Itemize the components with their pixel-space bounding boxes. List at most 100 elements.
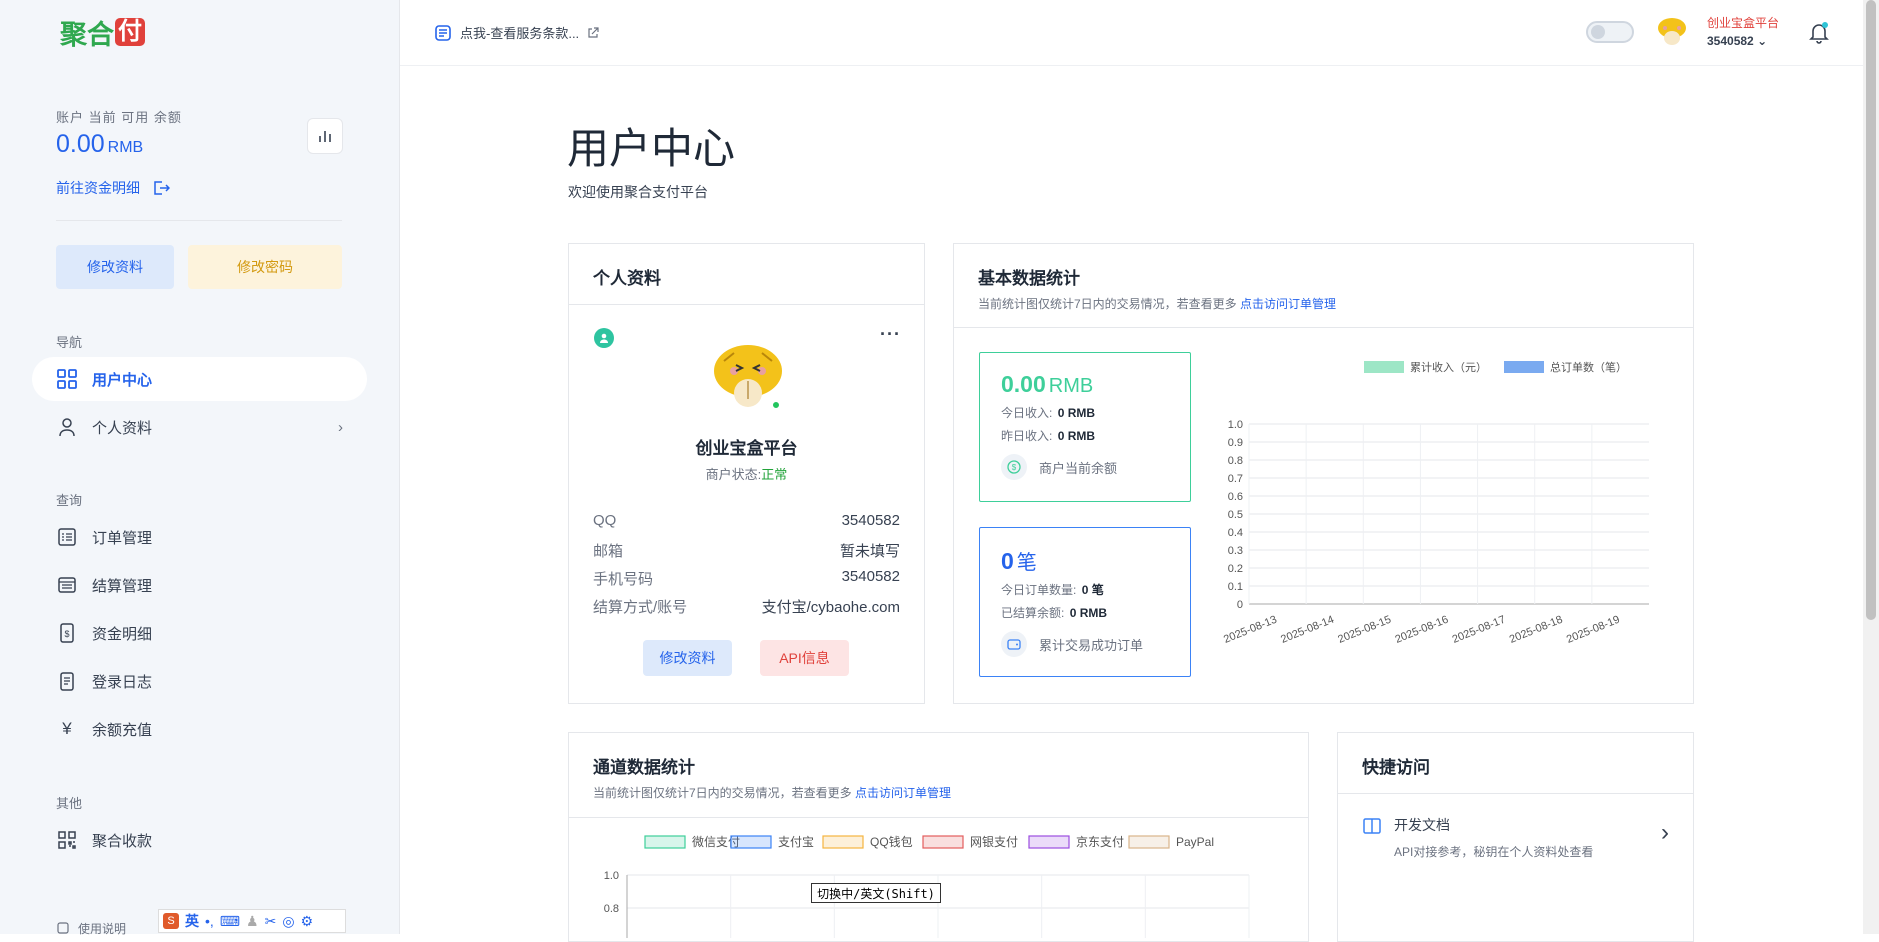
today-orders-label: 今日订单数量: [1001, 583, 1077, 597]
scrollbar-thumb[interactable] [1866, 0, 1876, 620]
y-tick-label: 0.9 [1228, 437, 1243, 449]
legend-label: QQ钱包 [870, 834, 913, 849]
info-key: 结算方式/账号 [593, 599, 688, 616]
logo-badge: 付 [115, 18, 145, 46]
y-tick-label: 0.2 [1228, 563, 1243, 575]
sidebar-item-recharge[interactable]: ¥ 余额充值 [32, 707, 367, 751]
chevron-right-icon: › [1661, 819, 1669, 846]
basic-stats-chart: 累计收入（元） 总订单数（笔） 1.0 0.9 0.8 0.7 0.6 0.5 0.4 0.3 0.… [1222, 360, 1649, 646]
sidebar-item-label: 登录日志 [92, 673, 153, 691]
user-icon[interactable]: ♟ [246, 913, 259, 930]
legend-swatch [922, 835, 964, 849]
y-tick-label: 0.8 [1228, 455, 1243, 467]
legend-swatch [1128, 835, 1170, 849]
dev-docs-item[interactable]: 开发文档 API对接参考，秘钥在个人资料处查看 › [1362, 815, 1669, 860]
list-icon [56, 526, 78, 548]
legend-swatch [822, 835, 864, 849]
dev-docs-title: 开发文档 [1394, 817, 1450, 833]
sidebar-item-user-center[interactable]: 用户中心 [32, 357, 367, 401]
legend-swatch [644, 835, 686, 849]
book-open-icon [1363, 818, 1381, 834]
x-tick-label: 2025-08-13 [1222, 614, 1279, 646]
keyboard-icon[interactable]: ⌨ [220, 913, 240, 930]
fund-details-link[interactable]: 前往资金明细 [56, 178, 170, 198]
info-value: 3540582 [841, 568, 900, 585]
toolbox-icon[interactable]: ◎ [282, 913, 294, 930]
brand-logo[interactable]: 聚合 付 [60, 16, 145, 50]
channel-card-subtitle: 当前统计图仅统计7日内的交易情况，若查看更多 点击访问订单管理 [593, 784, 1284, 801]
topbar: 点我-查看服务条款... 创业宝盒平台 3540582 ⌄ [400, 0, 1879, 66]
y-tick-label: 0.8 [604, 903, 619, 915]
ime-toolbar[interactable]: S 英 •, ⌨ ♟ ✂ ◎ ⚙ [158, 909, 346, 933]
edit-profile-button[interactable]: 修改资料 [56, 245, 174, 289]
coin-icon: $ [1001, 454, 1027, 480]
punctuation-icon[interactable]: •, [205, 913, 214, 929]
logout-icon [154, 181, 170, 195]
user-avatar[interactable] [1655, 14, 1689, 48]
today-income-label: 今日收入: [1001, 406, 1053, 420]
x-tick-label: 2025-08-17 [1451, 614, 1508, 646]
x-tick-label: 2025-08-15 [1336, 614, 1393, 646]
today-orders-value: 0 笔 [1081, 583, 1104, 597]
chart-button[interactable] [307, 118, 343, 154]
skin-icon[interactable]: ✂ [265, 913, 277, 930]
basic-stats-card: 基本数据统计 当前统计图仅统计7日内的交易情况，若查看更多 点击访问订单管理 0… [953, 243, 1694, 704]
info-value: 支付宝/cybaohe.com [761, 599, 900, 616]
svg-text:$: $ [1012, 463, 1017, 472]
sidebar-item-orders[interactable]: 订单管理 [32, 515, 367, 559]
y-tick-label: 0.7 [1228, 473, 1243, 485]
ime-logo-icon: S [163, 913, 179, 929]
order-management-link[interactable]: 点击访问订单管理 [1240, 297, 1336, 311]
yesterday-income: 昨日收入: 0 RMB [1001, 427, 1169, 444]
ime-mode[interactable]: 英 [185, 911, 199, 931]
api-info-button[interactable]: API信息 [760, 640, 849, 676]
legend-label: 支付宝 [778, 835, 814, 849]
legend-swatch [1364, 361, 1404, 373]
book-icon [56, 921, 70, 935]
info-row-email: 邮箱 暂未填写 [593, 540, 900, 561]
channel-card-title: 通道数据统计 [593, 758, 695, 777]
sidebar: 聚合 付 账户 当前 可用 余额 0.00 RMB 前往资金明细 修改资料 修改密… [0, 0, 400, 936]
y-tick-label: 1.0 [1228, 419, 1243, 431]
yesterday-income-label: 昨日收入: [1001, 429, 1053, 443]
user-id[interactable]: 3540582 ⌄ [1707, 34, 1767, 48]
more-options-icon[interactable]: ··· [880, 324, 901, 345]
channel-stats-card: 通道数据统计 当前统计图仅统计7日内的交易情况，若查看更多 点击访问订单管理 微… [568, 732, 1309, 942]
settled-balance-label: 已结算余额: [1001, 606, 1065, 620]
sidebar-item-aggregate[interactable]: 聚合收款 [32, 818, 367, 862]
user-name[interactable]: 创业宝盒平台 [1707, 14, 1779, 31]
y-tick-label: 0.4 [1228, 527, 1243, 539]
sidebar-divider [56, 220, 342, 221]
bell-icon[interactable] [1808, 20, 1830, 44]
theme-toggle[interactable] [1586, 21, 1634, 43]
info-row-qq: QQ 3540582 [593, 512, 900, 529]
channel-subtitle-text: 当前统计图仅统计7日内的交易情况，若查看更多 [593, 786, 852, 800]
sidebar-item-login-log[interactable]: 登录日志 [32, 659, 367, 703]
merchant-status: 商户状态:正常 [569, 464, 924, 483]
money-icon: $ [56, 622, 78, 644]
sidebar-item-settlement[interactable]: 结算管理 [32, 563, 367, 607]
chevron-down-icon: ⌄ [1757, 34, 1768, 48]
channel-order-management-link[interactable]: 点击访问订单管理 [855, 786, 951, 800]
info-key: 手机号码 [593, 571, 654, 588]
legend-swatch [730, 835, 772, 849]
svg-text:$: $ [64, 629, 69, 639]
x-tick-label: 2025-08-19 [1565, 614, 1622, 646]
info-key: 邮箱 [593, 543, 624, 560]
quick-card-title: 快捷访问 [1362, 758, 1430, 777]
service-terms-notice[interactable]: 点我-查看服务条款... [434, 23, 599, 42]
income-stat-box: 0.00 RMB 今日收入: 0 RMB 昨日收入: 0 RMB $ 商户当前余额 [979, 352, 1191, 502]
merchant-status-label: 商户状态: [705, 467, 762, 482]
page-scrollbar[interactable] [1863, 0, 1879, 934]
edit-profile-card-button[interactable]: 修改资料 [643, 640, 732, 676]
change-password-button[interactable]: 修改密码 [188, 245, 342, 289]
settings-icon[interactable]: ⚙ [301, 913, 314, 930]
sidebar-item-funds[interactable]: $ 资金明细 [32, 611, 367, 655]
x-tick-label: 2025-08-16 [1393, 614, 1450, 646]
sidebar-item-label: 个人资料 [92, 419, 153, 437]
table-icon [56, 574, 78, 596]
online-status-dot [771, 400, 781, 410]
sidebar-item-profile[interactable]: 个人资料 › [32, 405, 367, 449]
user-badge-icon [594, 328, 614, 348]
quick-access-card: 快捷访问 开发文档 API对接参考，秘钥在个人资料处查看 › [1337, 732, 1694, 942]
